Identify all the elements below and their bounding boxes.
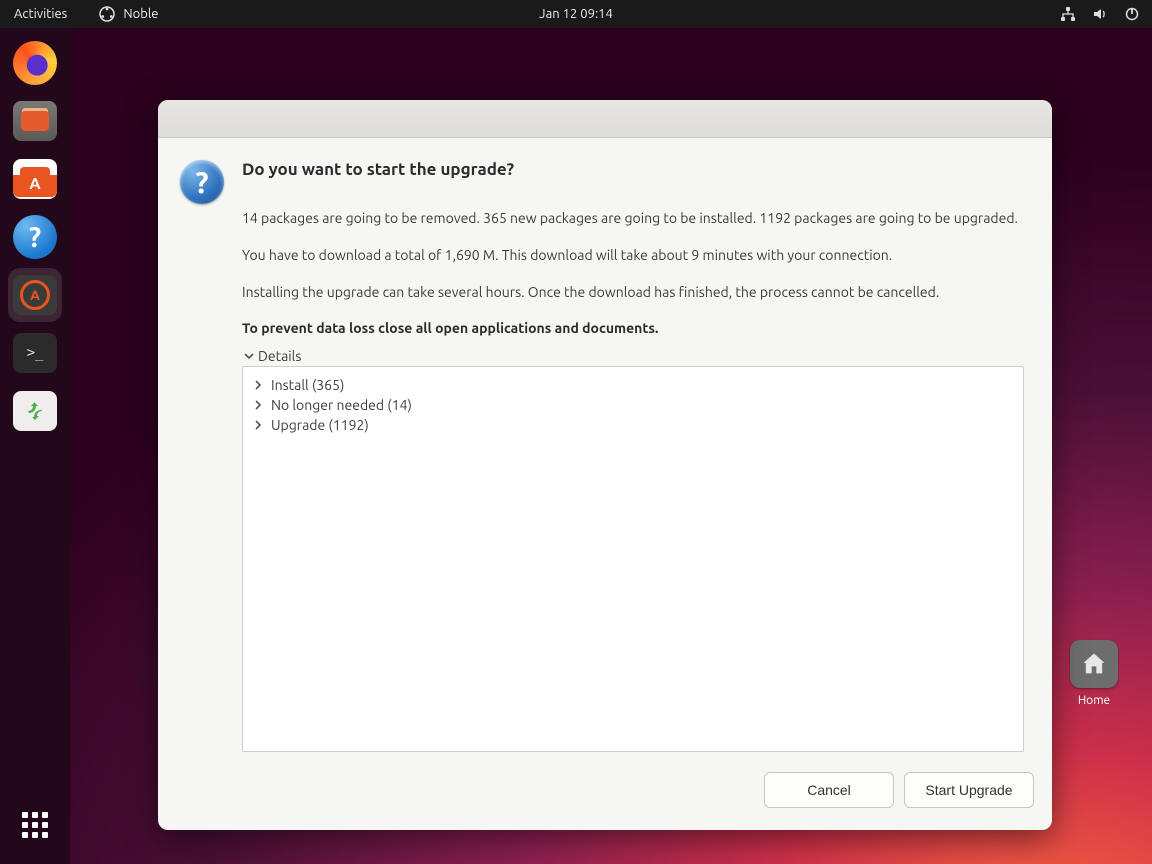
dock-item-software-updater[interactable] [8,268,62,322]
dock-item-trash[interactable] [8,384,62,438]
dock-item-firefox[interactable] [8,36,62,90]
desktop-icon-home[interactable]: Home [1070,640,1118,707]
dialog-titlebar[interactable] [158,100,1052,138]
tree-label: Upgrade (1192) [271,417,369,433]
tree-row-install[interactable]: Install (365) [253,375,1013,395]
start-upgrade-button[interactable]: Start Upgrade [904,772,1034,808]
apps-grid-icon [22,812,48,838]
tree-row-upgrade[interactable]: Upgrade (1192) [253,415,1013,435]
dialog-download-info: You have to download a total of 1,690 M.… [242,246,1024,265]
network-icon[interactable] [1060,6,1076,22]
terminal-icon [13,333,57,373]
help-icon: ? [13,215,57,259]
dialog-install-note: Installing the upgrade can take several … [242,283,1024,302]
dock-item-terminal[interactable] [8,326,62,380]
software-updater-icon [13,275,57,315]
files-icon [13,101,57,141]
clock[interactable]: Jan 12 09:14 [539,7,613,21]
tree-label: Install (365) [271,377,344,393]
desktop-icon-label: Home [1070,694,1118,707]
app-menu-label: Noble [123,7,158,21]
chevron-right-icon [253,400,263,410]
tree-row-remove[interactable]: No longer needed (14) [253,395,1013,415]
software-center-icon [13,159,57,199]
details-label: Details [258,348,301,364]
dock-item-help[interactable]: ? [8,210,62,264]
upgrade-dialog: ? Do you want to start the upgrade? 14 p… [158,100,1052,830]
cancel-button[interactable]: Cancel [764,772,894,808]
details-expander[interactable]: Details [242,348,1024,364]
home-folder-icon [1070,640,1118,688]
dialog-warning: To prevent data loss close all open appl… [242,320,1024,336]
dialog-summary: 14 packages are going to be removed. 365… [242,209,1024,228]
details-tree[interactable]: Install (365) No longer needed (14) Upgr… [242,366,1024,752]
dock-item-files[interactable] [8,94,62,148]
tree-label: No longer needed (14) [271,397,412,413]
dock-item-software[interactable] [8,152,62,206]
gnome-top-bar: Activities Noble Jan 12 09:14 [0,0,1152,28]
activities-button[interactable]: Activities [14,7,67,21]
dock: ? [0,28,70,864]
trash-icon [13,391,57,431]
dialog-title: Do you want to start the upgrade? [242,160,1024,179]
chevron-right-icon [253,380,263,390]
power-icon[interactable] [1124,6,1140,22]
question-icon: ? [180,160,224,204]
firefox-icon [13,41,57,85]
ubuntu-logo-icon [99,6,115,22]
dialog-actions: Cancel Start Upgrade [158,762,1052,830]
show-applications-button[interactable] [8,798,62,852]
app-menu[interactable]: Noble [99,6,158,22]
volume-icon[interactable] [1092,6,1108,22]
chevron-down-icon [244,351,254,361]
chevron-right-icon [253,420,263,430]
